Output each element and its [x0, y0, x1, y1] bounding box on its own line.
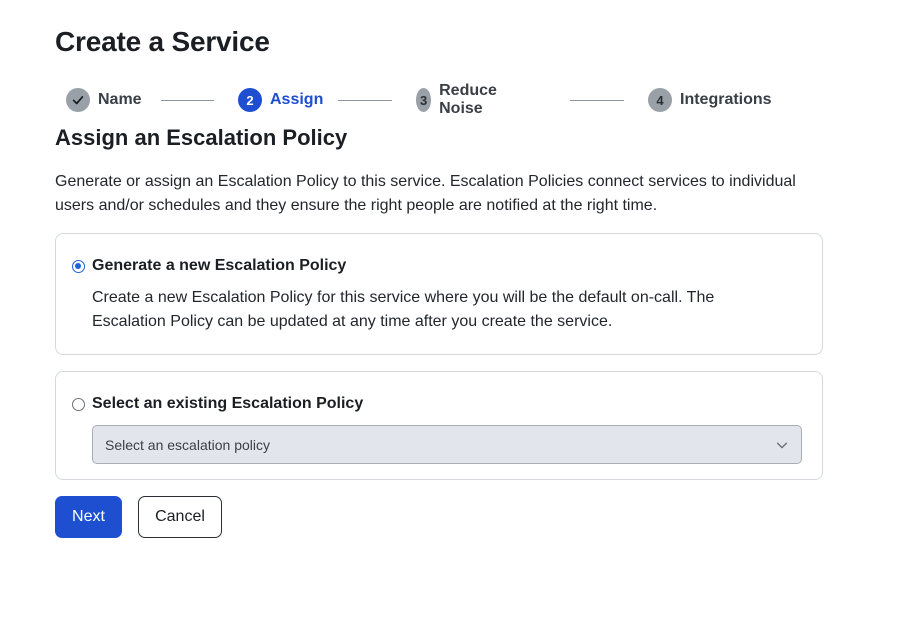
generate-policy-card[interactable]: Generate a new Escalation Policy Create … — [55, 233, 823, 355]
page-title: Create a Service — [55, 26, 270, 57]
section-title: Assign an Escalation Policy — [55, 125, 348, 150]
step-connector — [161, 99, 214, 101]
generate-policy-description: Create a new Escalation Policy for this … — [92, 289, 715, 330]
section-description: Generate or assign an Escalation Policy … — [55, 173, 796, 214]
step-reduce-noise[interactable]: 3 Reduce Noise — [416, 82, 506, 117]
checkmark-icon — [72, 96, 84, 105]
existing-policy-card[interactable]: Select an existing Escalation Policy Sel… — [55, 371, 823, 480]
next-button[interactable]: Next — [55, 496, 122, 538]
generate-policy-radio[interactable] — [72, 259, 85, 273]
step-connector — [338, 99, 392, 101]
existing-policy-radio[interactable] — [72, 397, 85, 411]
step-done-badge — [66, 88, 90, 112]
select-value: Select an escalation policy — [105, 436, 270, 453]
existing-policy-label[interactable]: Select an existing Escalation Policy — [92, 395, 363, 413]
generate-policy-label[interactable]: Generate a new Escalation Policy — [92, 257, 346, 275]
step-label: Reduce Noise — [439, 82, 497, 117]
step-name[interactable]: Name — [66, 88, 142, 112]
step-label: Integrations — [680, 91, 772, 108]
escalation-policy-select[interactable]: Select an escalation policy — [92, 425, 802, 464]
step-assign[interactable]: 2 Assign — [238, 88, 323, 112]
step-number-badge: 3 — [416, 88, 432, 112]
cancel-button[interactable]: Cancel — [138, 496, 222, 538]
step-integrations[interactable]: 4 Integrations — [648, 88, 772, 112]
step-number-badge: 2 — [238, 88, 262, 112]
step-number-badge: 4 — [648, 88, 672, 112]
step-label: Assign — [270, 91, 324, 108]
step-connector — [570, 99, 624, 101]
chevron-down-icon — [776, 442, 788, 449]
step-label: Name — [98, 91, 142, 108]
